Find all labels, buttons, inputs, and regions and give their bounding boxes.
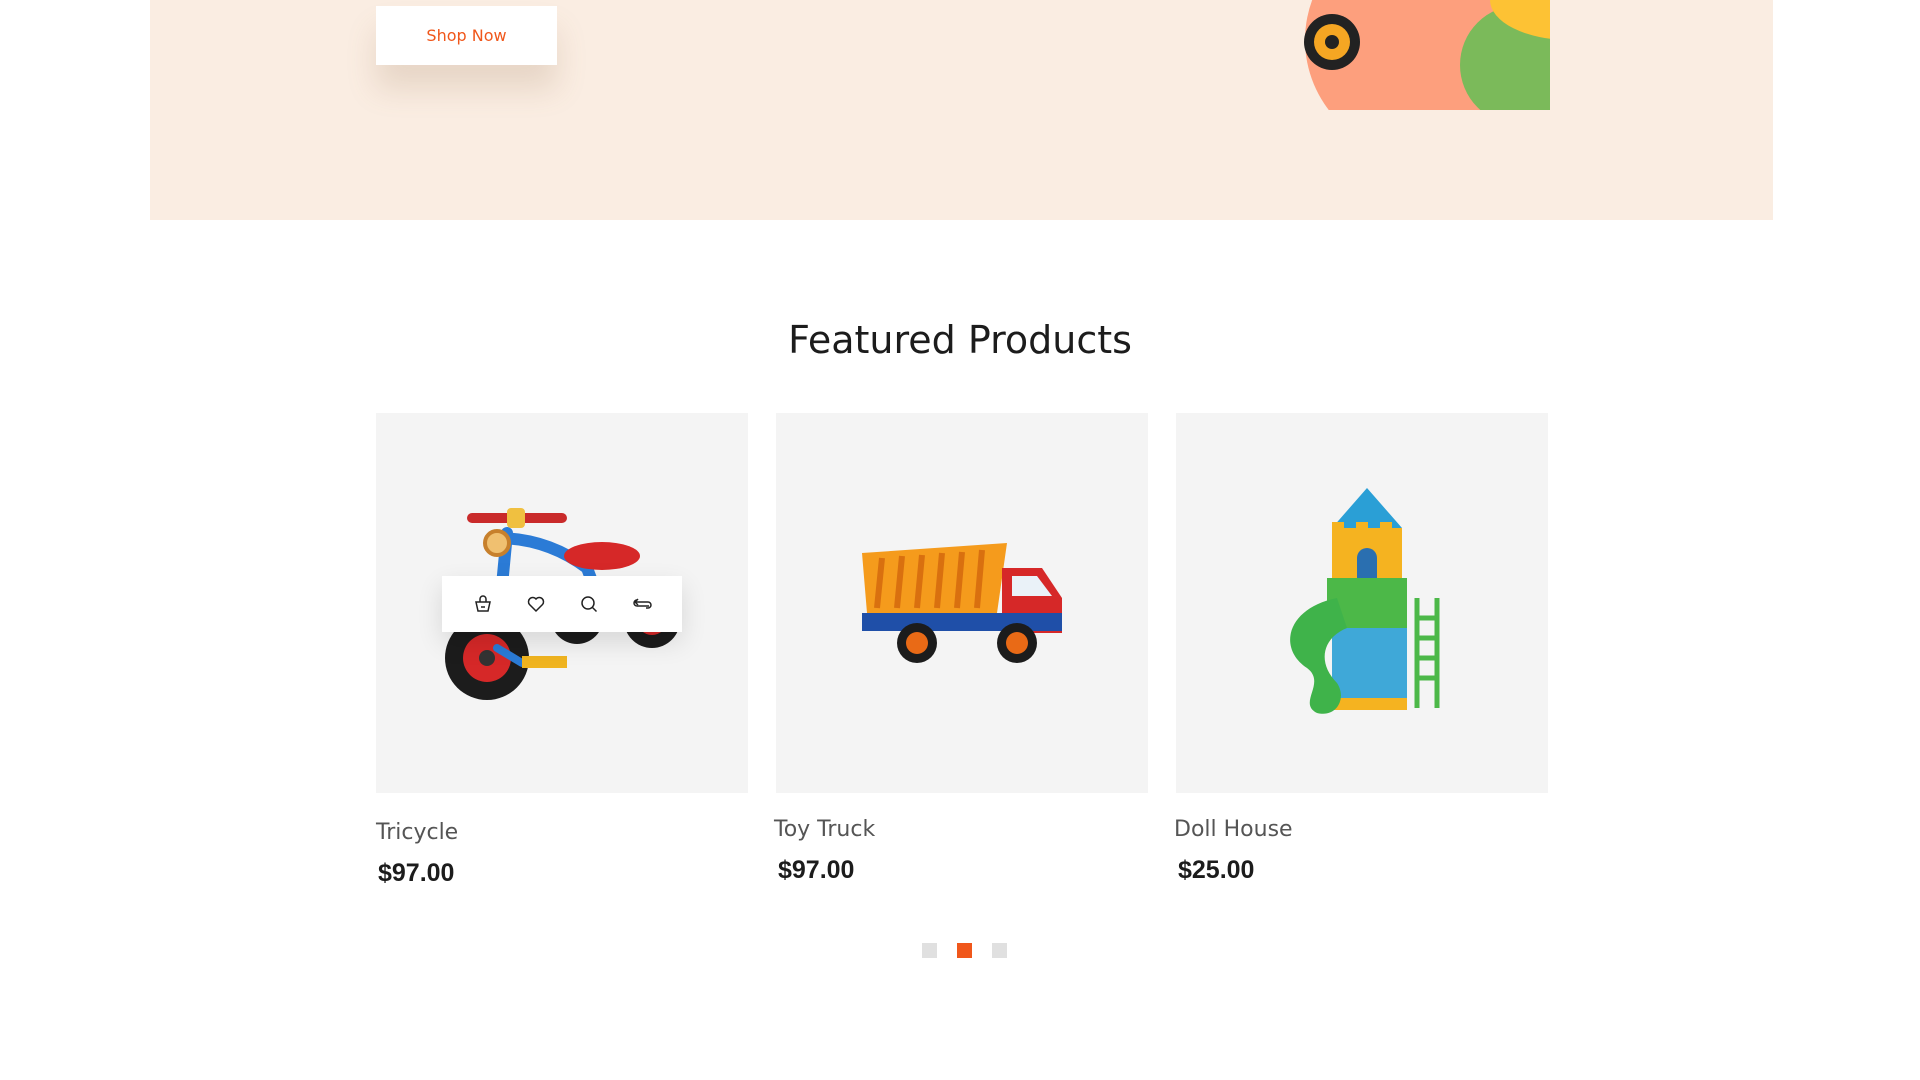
product-image[interactable] [1176,413,1548,793]
product-card[interactable]: Doll House $25.00 [1174,413,1548,885]
product-name[interactable]: Toy Truck [774,817,1148,842]
hero-banner: Shop Now [150,0,1773,220]
castle-slide-icon [1290,488,1440,714]
product-name[interactable]: Doll House [1174,817,1548,842]
product-image[interactable] [776,413,1148,793]
product-price: $97.00 [378,859,455,887]
carousel-dot-3[interactable] [992,943,1007,958]
carousel-pagination [922,943,1007,958]
product-card[interactable]: Toy Truck $97.00 [774,413,1148,885]
product-price: $25.00 [1178,856,1255,884]
product-name[interactable]: Tricycle [376,820,748,845]
add-to-cart-icon[interactable] [465,586,501,622]
carousel-dot-1[interactable] [922,943,937,958]
product-card[interactable]: Tricycle $97.00 [376,413,748,888]
wishlist-heart-icon[interactable] [518,586,554,622]
shop-now-button[interactable]: Shop Now [376,6,557,65]
product-action-bar [442,576,682,632]
quick-view-search-icon[interactable] [571,586,607,622]
hero-toy-illustration [1304,0,1550,110]
product-image[interactable] [376,413,748,793]
section-title: Featured Products [788,318,1132,362]
product-price: $97.00 [778,856,855,884]
compare-icon[interactable] [624,586,660,622]
dump-truck-icon [862,543,1062,663]
carousel-dot-2[interactable] [957,943,972,958]
